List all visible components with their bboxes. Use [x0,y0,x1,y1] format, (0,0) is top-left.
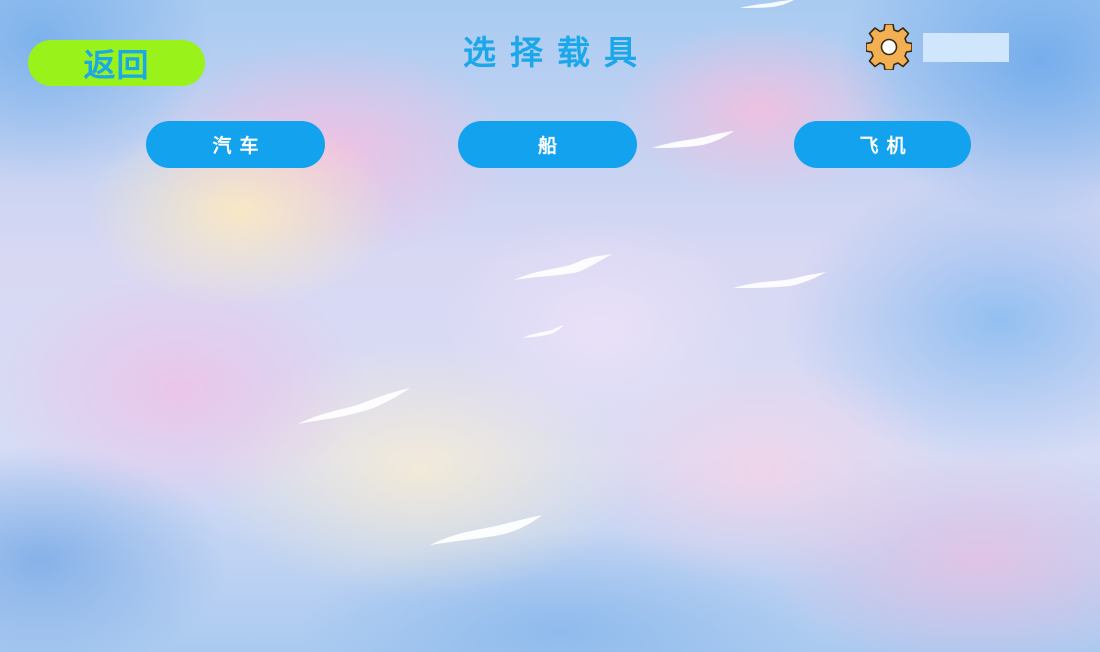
settings-value-box[interactable] [923,33,1009,62]
gear-icon[interactable] [866,24,912,70]
ship-button-label: 船 [537,135,565,157]
seagull-4 [522,325,564,338]
seagull-2 [733,272,826,288]
plane-button[interactable]: 飞机 [794,121,971,168]
seagulls-decoration [298,0,826,545]
car-button-label: 汽车 [212,135,267,157]
plane-button-label: 飞机 [859,135,914,157]
seagull-1 [514,254,612,280]
ship-button[interactable]: 船 [458,121,637,168]
car-button[interactable]: 汽车 [146,121,325,168]
seagull-7 [740,0,794,8]
seagull-3 [652,131,734,148]
seagull-6 [298,388,410,424]
seagull-5 [430,515,542,545]
